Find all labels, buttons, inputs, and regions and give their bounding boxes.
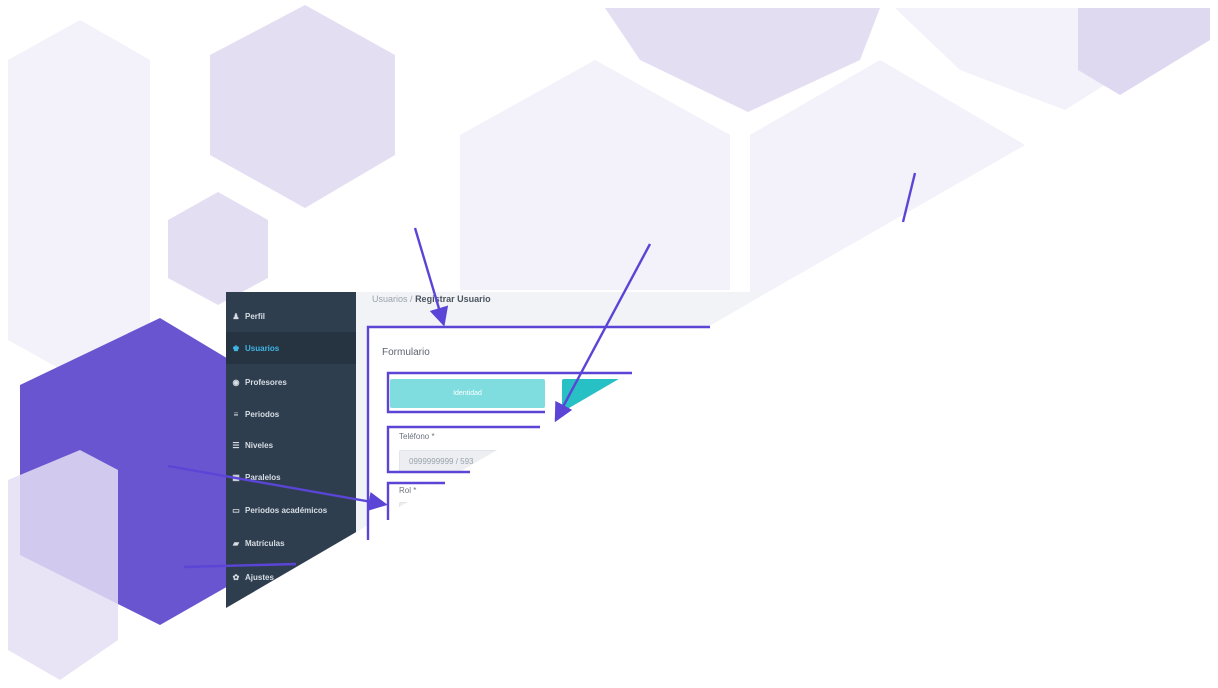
sidebar-item-periodos[interactable]: ≡ Periodos — [226, 398, 356, 430]
sidebar-item-profesores[interactable]: ◉ Profesores — [226, 366, 356, 398]
book-icon: ▰ — [232, 538, 240, 548]
sidebar-item-niveles[interactable]: ☰ Niveles — [226, 429, 356, 461]
hexagon-shape — [750, 60, 1025, 292]
list-icon: ≡ — [233, 409, 239, 419]
users-icon: ♚ — [232, 343, 240, 353]
breadcrumb-current: Registrar Usuario — [415, 294, 491, 304]
sidebar-item-label: Matrículas — [245, 538, 285, 548]
breadcrumb: Usuarios / Registrar Usuario — [372, 294, 491, 304]
sidebar-item-periodos-academicos[interactable]: ▭ Periodos académicos — [226, 494, 356, 526]
phone-placeholder: 0999999999 / 593 — [409, 456, 474, 466]
sidebar-item-label: Niveles — [245, 440, 274, 450]
list-bullets-icon: ☰ — [232, 440, 240, 450]
breadcrumb-link-usuarios[interactable]: Usuarios — [372, 294, 408, 304]
sidebar-item-label: Periodos — [245, 409, 280, 419]
sidebar-item-perfil[interactable]: ♟ Perfil — [226, 300, 356, 332]
hexagon-shape — [460, 60, 730, 290]
sidebar-item-usuarios[interactable]: ♚ Usuarios — [226, 332, 356, 364]
tab-identidad[interactable]: Identidad — [390, 379, 545, 408]
breadcrumb-separator: / — [410, 294, 413, 304]
hexagon-shape — [8, 450, 118, 680]
role-label: Rol * — [399, 486, 417, 495]
sidebar-item-label: Perfil — [245, 311, 266, 321]
tab-label: Identidad — [453, 390, 482, 397]
sidebar-item-paralelos[interactable]: ▦ Paralelos — [226, 461, 356, 493]
sidebar-item-label: Paralelos — [245, 472, 281, 482]
sidebar-item-label: Periodos académicos — [245, 505, 328, 515]
person-circle-icon: ◉ — [232, 377, 240, 387]
user-icon: ♟ — [232, 311, 240, 321]
gear-icon: ✿ — [232, 572, 240, 582]
sidebar-item-label: Profesores — [245, 377, 287, 387]
grid-icon: ▦ — [232, 472, 240, 482]
hexagon-shape — [210, 5, 395, 208]
phone-label: Teléfono * — [399, 432, 435, 441]
hexagon-shape — [8, 20, 150, 380]
sidebar-item-label: Usuarios — [245, 343, 280, 353]
hexagon-shape — [168, 192, 268, 305]
form-title: Formulario — [382, 347, 430, 358]
sidebar-item-label: Ajustes — [245, 572, 274, 582]
calendar-icon: ▭ — [232, 505, 240, 515]
